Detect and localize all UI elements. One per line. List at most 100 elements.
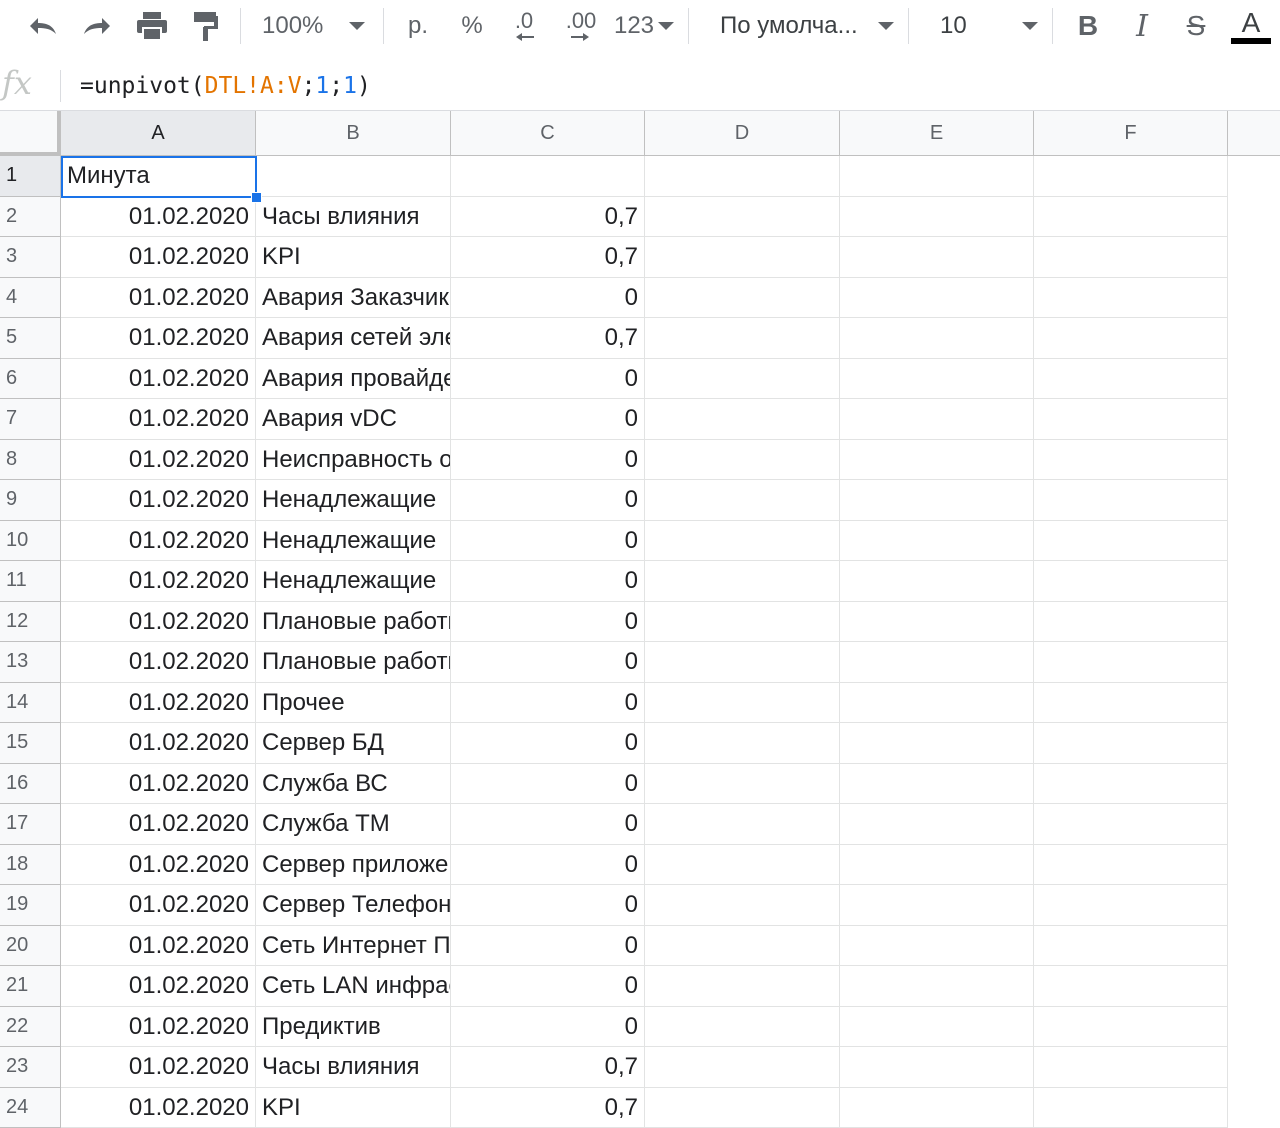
row-header[interactable]: 9: [0, 480, 61, 521]
cell-empty[interactable]: [645, 480, 840, 521]
cell-empty[interactable]: [645, 845, 840, 886]
cell-empty[interactable]: [645, 804, 840, 845]
row-header[interactable]: 15: [0, 723, 61, 764]
cell-c11[interactable]: 0: [451, 561, 645, 602]
cell-b14[interactable]: Прочее: [256, 683, 451, 724]
cell-empty[interactable]: [645, 1088, 840, 1128]
cell-empty[interactable]: [1034, 764, 1228, 805]
cell-a13[interactable]: 01.02.2020: [61, 642, 256, 683]
cell-a19[interactable]: 01.02.2020: [61, 885, 256, 926]
cell-b16[interactable]: Служба ВС: [256, 764, 451, 805]
cell-b1[interactable]: [256, 156, 451, 197]
cell-empty[interactable]: [645, 359, 840, 400]
cell-empty[interactable]: [1034, 683, 1228, 724]
cell-a14[interactable]: 01.02.2020: [61, 683, 256, 724]
cell-empty[interactable]: [840, 399, 1034, 440]
fill-handle[interactable]: [251, 192, 262, 203]
row-header[interactable]: 1: [0, 156, 61, 197]
row-header[interactable]: 23: [0, 1047, 61, 1088]
cell-empty[interactable]: [840, 1088, 1034, 1128]
cell-empty[interactable]: [645, 1047, 840, 1088]
cell-a8[interactable]: 01.02.2020: [61, 440, 256, 481]
cell-b12[interactable]: Плановые работы: [256, 602, 451, 643]
cell-empty[interactable]: [1034, 156, 1228, 197]
row-header[interactable]: 16: [0, 764, 61, 805]
bold-button[interactable]: B: [1068, 4, 1108, 48]
cell-c8[interactable]: 0: [451, 440, 645, 481]
cell-empty[interactable]: [645, 278, 840, 319]
cell-b23[interactable]: Часы влияния: [256, 1047, 451, 1088]
font-size-select[interactable]: 10: [940, 4, 1038, 48]
cell-a11[interactable]: 01.02.2020: [61, 561, 256, 602]
cell-empty[interactable]: [645, 723, 840, 764]
cell-b6[interactable]: Авария провайдера: [256, 359, 451, 400]
cell-empty[interactable]: [840, 318, 1034, 359]
cell-empty[interactable]: [645, 602, 840, 643]
cell-empty[interactable]: [840, 278, 1034, 319]
cell-a23[interactable]: 01.02.2020: [61, 1047, 256, 1088]
row-header[interactable]: 10: [0, 521, 61, 562]
undo-button[interactable]: [18, 4, 66, 48]
row-header[interactable]: 5: [0, 318, 61, 359]
cell-empty[interactable]: [645, 926, 840, 967]
cell-c3[interactable]: 0,7: [451, 237, 645, 278]
cell-a15[interactable]: 01.02.2020: [61, 723, 256, 764]
cell-b22[interactable]: Предиктив: [256, 1007, 451, 1048]
cell-empty[interactable]: [1034, 399, 1228, 440]
italic-button[interactable]: I: [1122, 4, 1162, 48]
cell-empty[interactable]: [840, 966, 1034, 1007]
cell-empty[interactable]: [645, 197, 840, 238]
cell-empty[interactable]: [645, 156, 840, 197]
row-header[interactable]: 12: [0, 602, 61, 643]
cell-a1[interactable]: Минута: [61, 156, 256, 197]
cell-c6[interactable]: 0: [451, 359, 645, 400]
cell-a2[interactable]: 01.02.2020: [61, 197, 256, 238]
cell-empty[interactable]: [645, 561, 840, 602]
cell-a4[interactable]: 01.02.2020: [61, 278, 256, 319]
cell-empty[interactable]: [840, 845, 1034, 886]
column-header-f[interactable]: F: [1034, 111, 1228, 156]
cell-empty[interactable]: [840, 926, 1034, 967]
cell-a5[interactable]: 01.02.2020: [61, 318, 256, 359]
cell-c24[interactable]: 0,7: [451, 1088, 645, 1128]
cell-empty[interactable]: [645, 764, 840, 805]
cell-c2[interactable]: 0,7: [451, 197, 645, 238]
cell-empty[interactable]: [645, 642, 840, 683]
cell-empty[interactable]: [1034, 1088, 1228, 1128]
cell-b8[interactable]: Неисправность оборудования: [256, 440, 451, 481]
strikethrough-button[interactable]: S: [1176, 4, 1216, 48]
cell-empty[interactable]: [840, 440, 1034, 481]
cell-empty[interactable]: [840, 521, 1034, 562]
cell-b20[interactable]: Сеть Интернет Провайдера: [256, 926, 451, 967]
row-header[interactable]: 24: [0, 1088, 61, 1128]
cell-empty[interactable]: [840, 1007, 1034, 1048]
cell-empty[interactable]: [840, 561, 1034, 602]
cell-empty[interactable]: [645, 237, 840, 278]
row-header[interactable]: 14: [0, 683, 61, 724]
cell-empty[interactable]: [1034, 197, 1228, 238]
cell-empty[interactable]: [645, 440, 840, 481]
cell-empty[interactable]: [645, 966, 840, 1007]
cell-c19[interactable]: 0: [451, 885, 645, 926]
cell-a22[interactable]: 01.02.2020: [61, 1007, 256, 1048]
row-header[interactable]: 8: [0, 440, 61, 481]
cell-empty[interactable]: [1034, 723, 1228, 764]
column-header-e[interactable]: E: [840, 111, 1034, 156]
cell-empty[interactable]: [840, 723, 1034, 764]
cell-empty[interactable]: [1034, 278, 1228, 319]
cell-empty[interactable]: [840, 1047, 1034, 1088]
row-header[interactable]: 7: [0, 399, 61, 440]
cell-a21[interactable]: 01.02.2020: [61, 966, 256, 1007]
cell-a20[interactable]: 01.02.2020: [61, 926, 256, 967]
cell-a16[interactable]: 01.02.2020: [61, 764, 256, 805]
cell-empty[interactable]: [1034, 561, 1228, 602]
cell-empty[interactable]: [1034, 602, 1228, 643]
cell-empty[interactable]: [840, 480, 1034, 521]
cell-c15[interactable]: 0: [451, 723, 645, 764]
cell-empty[interactable]: [645, 521, 840, 562]
row-header[interactable]: 19: [0, 885, 61, 926]
redo-button[interactable]: [74, 4, 122, 48]
font-select[interactable]: По умолча...: [720, 4, 894, 48]
cell-c18[interactable]: 0: [451, 845, 645, 886]
cell-b24[interactable]: KPI: [256, 1088, 451, 1128]
